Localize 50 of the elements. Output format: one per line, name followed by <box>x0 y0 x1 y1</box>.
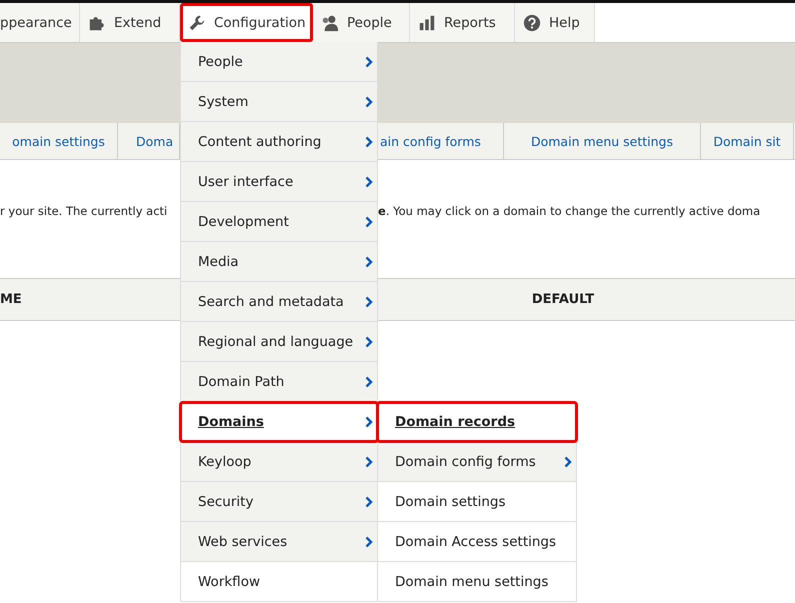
menu-item[interactable]: Domain Path <box>180 362 378 402</box>
chevron-right-icon <box>365 136 373 148</box>
description-text: e. You may click on a domain to change the currently active doma <box>378 204 760 220</box>
menu-item[interactable]: Regional and language <box>180 322 378 362</box>
menu-item[interactable]: Web services <box>180 522 378 562</box>
menu-item[interactable]: Domain Access settings <box>377 522 577 562</box>
chevron-right-icon <box>365 456 373 468</box>
description-text: r your site. The currently acti <box>0 204 168 220</box>
chevron-right-icon <box>365 496 373 508</box>
tab[interactable]: Domain menu settings <box>504 123 701 159</box>
toolbar-item[interactable]: Reports <box>410 3 515 42</box>
menu-item[interactable]: User interface <box>180 162 378 202</box>
menu-item[interactable]: Workflow <box>180 562 378 602</box>
menu-item[interactable]: Domain records <box>377 402 577 442</box>
toolbar-item[interactable]: People <box>313 3 410 42</box>
chevron-right-icon <box>365 536 373 548</box>
chevron-right-icon <box>365 376 373 388</box>
column-header: DEFAULT <box>530 292 596 307</box>
menu-item[interactable]: Domains <box>180 402 378 442</box>
toolbar-item[interactable]: Extend <box>80 3 180 42</box>
tab[interactable]: Domain sit <box>701 123 794 159</box>
menu-item[interactable]: Media <box>180 242 378 282</box>
menu-item[interactable]: Content authoring <box>180 122 378 162</box>
chevron-right-icon <box>365 216 373 228</box>
bar-chart-icon <box>418 14 436 32</box>
chevron-right-icon <box>564 456 572 468</box>
menu-item[interactable]: Domain config forms <box>377 442 577 482</box>
column-header: ME <box>0 292 23 307</box>
chevron-right-icon <box>365 296 373 308</box>
menu-item[interactable]: People <box>180 42 378 82</box>
menu-item[interactable]: System <box>180 82 378 122</box>
toolbar-item[interactable]: Help <box>515 3 595 42</box>
chevron-right-icon <box>365 336 373 348</box>
toolbar-item[interactable]: ppearance <box>0 3 80 42</box>
tab[interactable]: omain settings <box>0 123 118 159</box>
chevron-right-icon <box>365 96 373 108</box>
wrench-icon <box>188 14 206 32</box>
chevron-right-icon <box>365 256 373 268</box>
help-icon <box>523 14 541 32</box>
menu-item[interactable]: Development <box>180 202 378 242</box>
menu-item[interactable]: Security <box>180 482 378 522</box>
toolbar-item[interactable]: Configuration <box>180 3 313 42</box>
menu-item[interactable]: Search and metadata <box>180 282 378 322</box>
person-icon <box>321 14 339 32</box>
chevron-right-icon <box>365 416 373 428</box>
chevron-right-icon <box>365 56 373 68</box>
chevron-right-icon <box>365 176 373 188</box>
menu-item[interactable]: Domain menu settings <box>377 562 577 602</box>
menu-item[interactable]: Domain settings <box>377 482 577 522</box>
menu-item[interactable]: Keyloop <box>180 442 378 482</box>
